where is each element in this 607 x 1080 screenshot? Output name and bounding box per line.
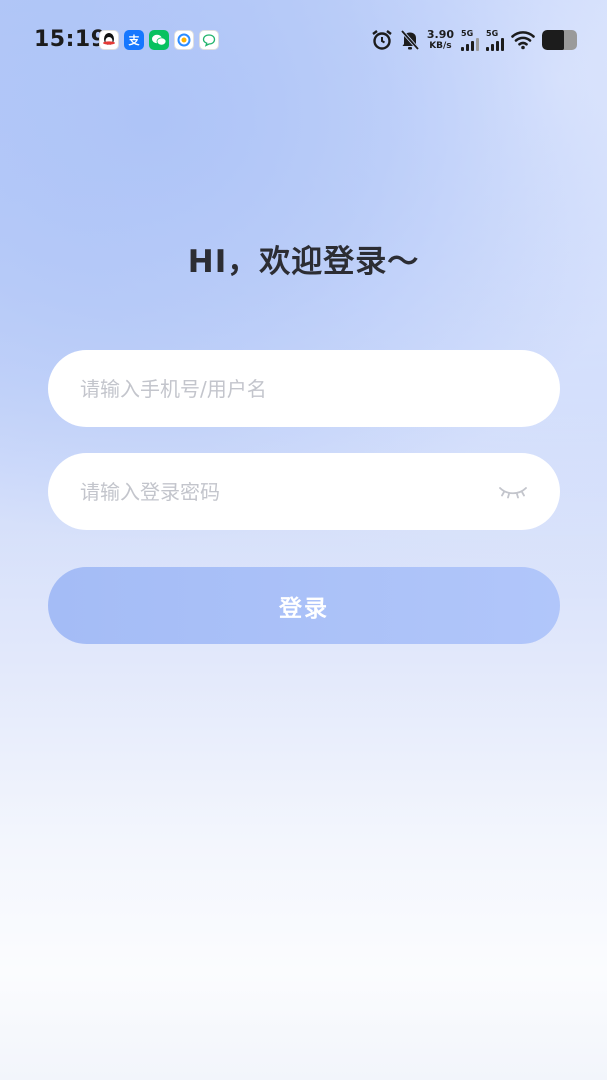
status-bar: 15:19 支 3.90 KB/s 5G 5G [0,0,607,80]
signal-bars-icon [461,38,479,51]
network-speed: 3.90 KB/s [426,28,454,52]
eye-closed-icon[interactable] [498,482,528,502]
sim2-signal: 5G [486,29,504,51]
page-title: HI，欢迎登录～ [187,244,420,280]
notification-app-icons: 支 [99,30,219,50]
wifi-icon [511,31,535,50]
wechat-icon [149,30,169,50]
status-right-icons: 3.90 KB/s 5G 5G [371,26,577,54]
password-input[interactable] [80,479,490,504]
qq-browser-icon [174,30,194,50]
status-time: 15:19 [34,27,107,52]
qq-icon [99,30,119,50]
username-input[interactable] [80,376,528,401]
mute-bell-icon [400,29,420,51]
battery-icon [542,30,577,50]
username-field[interactable] [48,350,560,427]
sim1-signal: 5G [461,29,479,51]
login-button[interactable]: 登录 [48,567,560,644]
signal-bars-icon [486,38,504,51]
alipay-icon: 支 [124,30,144,50]
message-icon [199,30,219,50]
alarm-icon [372,30,392,50]
password-field[interactable] [48,453,560,530]
